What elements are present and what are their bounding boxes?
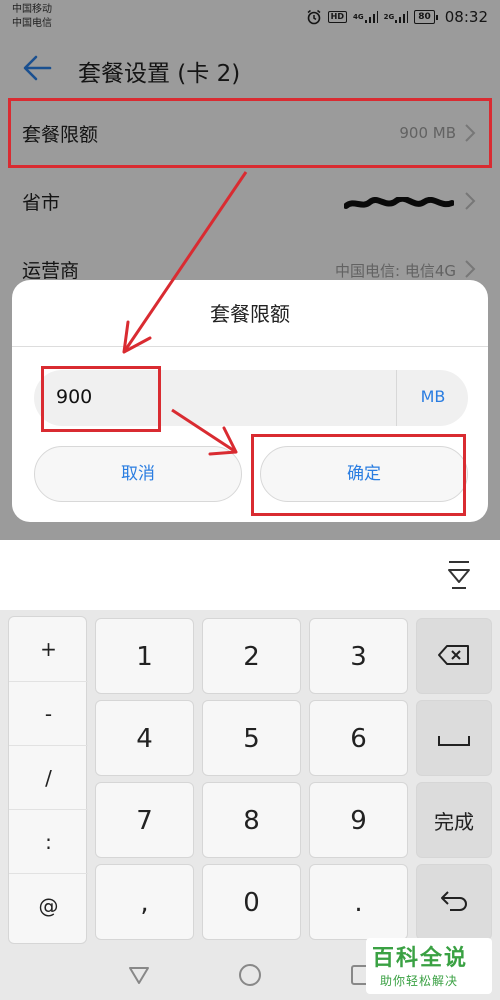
done-key[interactable]: 完成 [416,782,492,858]
space-key[interactable] [416,700,492,776]
key-4[interactable]: 4 [95,700,194,776]
done-key-label: 完成 [434,810,474,834]
key-at[interactable]: @ [9,873,88,937]
key-3[interactable]: 3 [309,618,408,694]
annotation-box-input [41,366,161,432]
cancel-button[interactable]: 取消 [34,446,242,502]
keyboard-toolbar [0,540,500,610]
divider [396,370,397,426]
key-2[interactable]: 2 [202,618,301,694]
symbol-column: + - / : @ [8,616,88,944]
keyboard-collapse-icon[interactable] [446,558,472,592]
annotation-box-confirm [251,434,466,516]
watermark-logo: 百科全说 助你轻松解决 [366,938,492,994]
key-comma[interactable]: , [95,864,194,940]
key-8[interactable]: 8 [202,782,301,858]
numeric-keyboard: + - / : @ 1 2 3 4 5 6 7 8 9 完成 , 0 . [0,610,500,950]
key-6[interactable]: 6 [309,700,408,776]
key-minus[interactable]: - [9,681,88,745]
space-icon [437,702,471,778]
key-slash[interactable]: / [9,745,88,809]
key-colon[interactable]: : [9,809,88,873]
key-plus[interactable]: + [9,617,88,681]
home-circle-icon[interactable] [237,962,263,988]
key-7[interactable]: 7 [95,782,194,858]
watermark-title: 百科全说 [372,946,469,971]
watermark-subtitle: 助你轻松解决 [380,974,459,988]
back-triangle-icon[interactable] [126,962,152,988]
divider [12,346,488,347]
annotation-box-plan-limit [8,98,492,168]
unit-selector[interactable]: MB [398,387,468,406]
key-9[interactable]: 9 [309,782,408,858]
enter-key[interactable] [416,864,492,940]
key-1[interactable]: 1 [95,618,194,694]
key-period[interactable]: . [309,864,408,940]
backspace-key[interactable] [416,618,492,694]
dialog-title: 套餐限额 [210,302,290,326]
key-5[interactable]: 5 [202,700,301,776]
key-0[interactable]: 0 [202,864,301,940]
return-icon [438,866,470,942]
backspace-icon [437,620,471,696]
